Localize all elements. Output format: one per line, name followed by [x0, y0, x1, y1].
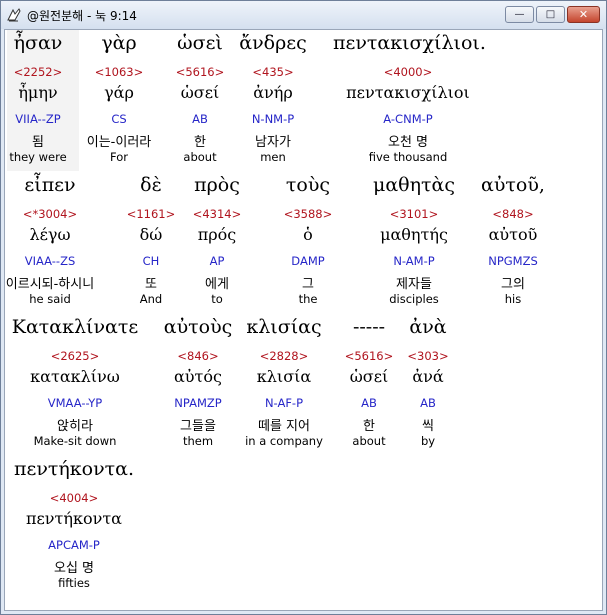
strong-number: <4004>	[49, 491, 99, 505]
greek-word: πεντακισχίλιοι.	[333, 32, 486, 54]
korean-gloss: 씩	[422, 419, 434, 434]
lemma: πεντακισχίλιοι	[346, 83, 470, 102]
strong-number: <303>	[407, 349, 449, 363]
strong-number: <435>	[252, 65, 294, 79]
english-gloss: his	[504, 292, 522, 306]
english-gloss: men	[260, 150, 286, 164]
korean-gloss: 남자가	[255, 135, 291, 150]
greek-word: ἄνδρες	[239, 32, 307, 54]
parsing-code: N-NM-P	[251, 112, 295, 126]
lemma: αὐτοῦ	[488, 225, 538, 244]
korean-gloss: 오십 명	[53, 561, 94, 576]
word-block[interactable]: πεντακισχίλιοι. <4000> πεντακισχίλιοι A-CNM…	[333, 32, 486, 172]
word-block[interactable]: πεντήκοντα. <4004> πεντήκοντα APCAM-P 오십 명 fi…	[5, 458, 149, 598]
maximize-button[interactable]: □	[536, 6, 565, 23]
parsing-code: AB	[420, 396, 436, 410]
strong-number: <848>	[492, 207, 534, 221]
english-gloss: fifties	[58, 576, 90, 590]
minimize-icon: —	[514, 9, 525, 20]
lemma: ἀνήρ	[253, 83, 293, 102]
strong-number: <4000>	[383, 65, 433, 79]
app-window: @원전분해 - 눅 9:14 — □ ✕ ἦσαν <2252> ἦμην VIIA-…	[0, 0, 607, 615]
word-block[interactable]: ἄνδρες <435> ἀνήρ N-NM-P 남자가 men	[198, 32, 348, 172]
minimize-button[interactable]: —	[505, 6, 534, 23]
english-gloss: by	[420, 434, 436, 448]
window-title: @원전분해 - 눅 9:14	[27, 9, 137, 23]
greek-word: πεντήκοντα.	[13, 458, 135, 480]
word-block[interactable]: ἀνὰ <303> ἀνά AB 씩 by	[353, 316, 503, 456]
close-button[interactable]: ✕	[567, 6, 600, 23]
parsing-code: A-CNM-P	[383, 112, 433, 126]
close-icon: ✕	[578, 8, 589, 21]
english-gloss: five thousand	[368, 150, 448, 164]
maximize-icon: □	[545, 9, 556, 20]
app-icon	[7, 8, 21, 22]
word-block[interactable]: αὐτοῦ, <848> αὐτοῦ NPGMZS 그의 his	[438, 174, 588, 314]
korean-gloss: 오천 명	[387, 135, 428, 150]
greek-word: αὐτοῦ,	[481, 174, 545, 196]
lemma: πεντήκοντα	[26, 509, 122, 528]
greek-word: ἀνὰ	[409, 316, 447, 338]
parsing-code: NPGMZS	[488, 254, 538, 268]
lemma: ἀνά	[412, 367, 444, 386]
parsing-code: APCAM-P	[48, 538, 100, 552]
interlinear-view: ἦσαν <2252> ἦμην VIIA--ZP 됨 they were γὰρ <1063…	[4, 29, 603, 611]
title-bar[interactable]: @원전분해 - 눅 9:14 — □ ✕	[1, 1, 606, 29]
korean-gloss: 그의	[501, 277, 525, 292]
